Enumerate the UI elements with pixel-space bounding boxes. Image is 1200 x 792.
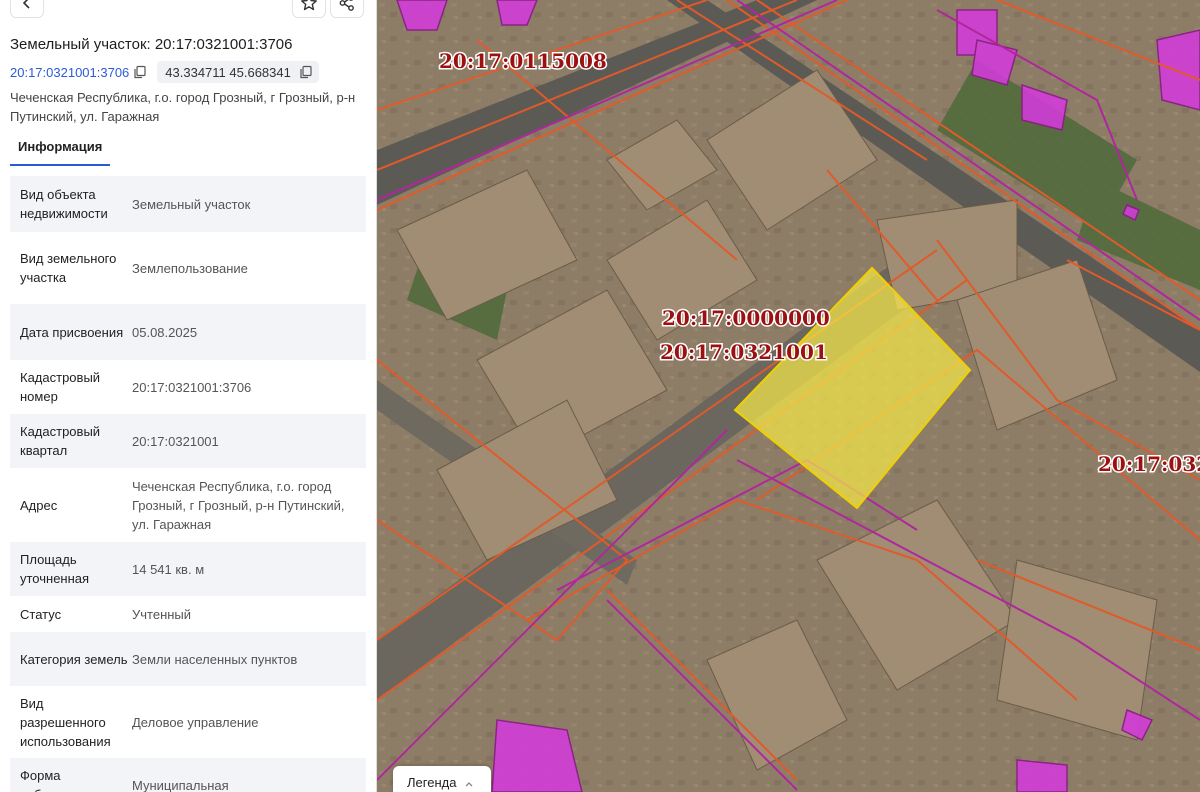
property-row: Кадастровый квартал 20:17:0321001 bbox=[10, 414, 366, 468]
panel-toolbar bbox=[0, 0, 376, 22]
property-value: Деловое управление bbox=[132, 714, 259, 730]
property-value: 14 541 кв. м bbox=[132, 561, 205, 577]
coordinates-text: 43.334711 45.668341 bbox=[165, 64, 291, 80]
property-row: Статус Учтенный bbox=[10, 596, 366, 632]
star-icon bbox=[301, 0, 317, 11]
property-value: Земли населенных пунктов bbox=[132, 651, 298, 667]
property-value: Муниципальная bbox=[132, 777, 229, 792]
copy-icon[interactable] bbox=[133, 65, 147, 79]
legend-label: Легенда bbox=[407, 775, 457, 790]
coordinates-chip[interactable]: 43.334711 45.668341 bbox=[157, 61, 319, 83]
label-quarter-right: 20:17:032 bbox=[1098, 452, 1200, 476]
property-label: Категория земель bbox=[20, 651, 128, 667]
property-row: Вид разрешенного использования Деловое уп… bbox=[10, 686, 366, 758]
legend-button[interactable]: Легенда bbox=[393, 766, 491, 792]
label-quarter-top: 20:17:0115008 bbox=[439, 49, 607, 73]
property-row: Адрес Чеченская Республика, г.о. город Гр… bbox=[10, 468, 366, 542]
property-label: Вид объекта недвижимости bbox=[20, 187, 108, 221]
property-row: Кадастровый номер 20:17:0321001:3706 bbox=[10, 360, 366, 414]
property-label: Кадастровый номер bbox=[20, 370, 101, 404]
tab-information[interactable]: Информация bbox=[10, 136, 111, 166]
property-row: Дата присвоения 05.08.2025 bbox=[10, 304, 366, 360]
properties-table: Вид объекта недвижимости Земельный участо… bbox=[10, 176, 366, 792]
property-value: Чеченская Республика, г.о. город Грозный… bbox=[132, 478, 345, 532]
share-icon bbox=[339, 0, 354, 11]
share-button[interactable] bbox=[330, 0, 364, 18]
label-zero-quarter: 20:17:0000000 bbox=[662, 306, 830, 330]
chevron-left-icon bbox=[22, 0, 30, 9]
property-label: Статус bbox=[20, 606, 62, 622]
property-value: 20:17:0321001:3706 bbox=[132, 379, 252, 395]
property-row: Вид земельного участка Землепользование bbox=[10, 232, 366, 304]
property-row: Площадь уточненная 14 541 кв. м bbox=[10, 542, 366, 596]
property-row: Категория земель Земли населенных пунктов bbox=[10, 632, 366, 686]
back-button[interactable] bbox=[10, 0, 44, 18]
property-label: Форма собственности bbox=[20, 768, 109, 792]
page-title: Земельный участок: 20:17:0321001:3706 bbox=[10, 36, 293, 53]
property-label: Адрес bbox=[20, 497, 58, 513]
property-row: Форма собственности Муниципальная bbox=[10, 758, 366, 792]
property-label: Дата присвоения bbox=[20, 324, 124, 340]
identifier-row: 20:17:0321001:3706 43.334711 45.668341 bbox=[10, 61, 319, 83]
label-quarter-center: 20:17:0321001 bbox=[660, 340, 828, 364]
property-label: Кадастровый квартал bbox=[20, 424, 101, 458]
copy-icon[interactable] bbox=[299, 65, 313, 79]
property-row: Вид объекта недвижимости Земельный участо… bbox=[10, 176, 366, 232]
object-info-panel: Земельный участок: 20:17:0321001:3706 20… bbox=[0, 0, 377, 792]
favorite-button[interactable] bbox=[292, 0, 326, 18]
chevron-up-icon bbox=[465, 782, 473, 787]
property-label: Площадь уточненная bbox=[20, 552, 90, 586]
property-value: Земельный участок bbox=[132, 196, 251, 212]
satellite-map[interactable]: 20:17:0115008 20:17:0000000 20:17:032100… bbox=[377, 0, 1200, 792]
property-value: Землепользование bbox=[132, 260, 248, 276]
property-value: 05.08.2025 bbox=[132, 324, 198, 340]
property-label: Вид разрешенного использования bbox=[20, 695, 111, 749]
property-value: Учтенный bbox=[132, 606, 192, 622]
property-label: Вид земельного участка bbox=[20, 251, 117, 285]
address-text: Чеченская Республика, г.о. город Грозный… bbox=[10, 90, 356, 124]
property-value: 20:17:0321001 bbox=[132, 433, 219, 449]
map-view[interactable]: 20:17:0115008 20:17:0000000 20:17:032100… bbox=[377, 0, 1200, 792]
cadastral-number-link[interactable]: 20:17:0321001:3706 bbox=[10, 65, 129, 80]
